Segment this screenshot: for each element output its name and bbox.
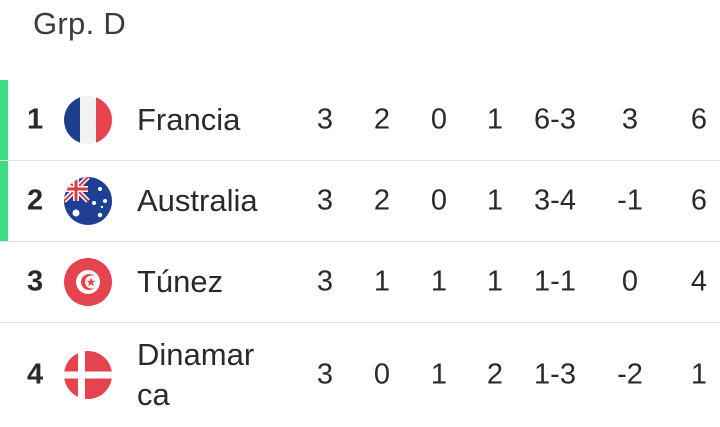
qualification-indicator [0, 161, 8, 241]
team-name[interactable]: Francia [137, 100, 287, 140]
standings-row-denmark[interactable]: 4 Dinamar ca 3 0 1 2 1-3 -2 1 [0, 323, 720, 427]
stat-played: 3 [316, 265, 334, 298]
stat-lost: 1 [486, 265, 504, 298]
tunisia-flag-icon [64, 258, 112, 306]
stat-lost: 2 [486, 358, 504, 391]
position: 3 [27, 265, 44, 298]
group-title: Grp. D [33, 6, 127, 41]
team-name-line1: Francia [137, 102, 241, 137]
team-name-line1: Dinamar [137, 337, 255, 372]
stat-goals: 1-1 [534, 265, 576, 298]
stat-played: 3 [316, 358, 334, 391]
team-name[interactable]: Dinamar ca [137, 335, 287, 415]
stat-goals: 6-3 [534, 103, 576, 136]
stat-lost: 1 [486, 103, 504, 136]
standings-row-tunisia[interactable]: 3 Túnez 3 1 1 1 1-1 0 4 [0, 242, 720, 323]
position: 1 [27, 103, 44, 136]
stat-goal-difference: -2 [617, 358, 643, 391]
position: 4 [27, 358, 44, 391]
stat-goal-difference: 0 [621, 265, 639, 298]
stat-goals: 1-3 [534, 358, 576, 391]
stat-drawn: 1 [430, 358, 448, 391]
stat-points: 1 [690, 358, 708, 391]
standings-table: 1 Francia 3 2 0 1 6-3 3 6 2 Australia 3 … [0, 80, 720, 427]
stat-won: 2 [373, 103, 391, 136]
stat-won: 1 [373, 265, 391, 298]
stat-drawn: 1 [430, 265, 448, 298]
stat-goal-difference: 3 [621, 103, 639, 136]
denmark-flag-icon [64, 351, 112, 399]
stat-points: 6 [690, 184, 708, 217]
stat-lost: 1 [486, 184, 504, 217]
australia-flag-icon [64, 177, 112, 225]
qualification-indicator [0, 80, 8, 160]
stat-won: 0 [373, 358, 391, 391]
stat-goal-difference: -1 [617, 184, 643, 217]
standings-row-australia[interactable]: 2 Australia 3 2 0 1 3-4 -1 6 [0, 161, 720, 242]
team-name[interactable]: Túnez [137, 262, 287, 302]
stat-points: 4 [690, 265, 708, 298]
stat-drawn: 0 [430, 103, 448, 136]
team-name-line1: Australia [137, 183, 258, 218]
standings-row-france[interactable]: 1 Francia 3 2 0 1 6-3 3 6 [0, 80, 720, 161]
stat-drawn: 0 [430, 184, 448, 217]
stat-won: 2 [373, 184, 391, 217]
stat-played: 3 [316, 103, 334, 136]
stat-goals: 3-4 [534, 184, 576, 217]
france-flag-icon [64, 96, 112, 144]
position: 2 [27, 184, 44, 217]
team-name-line1: Túnez [137, 264, 224, 299]
team-name-line2: ca [137, 377, 170, 412]
stat-played: 3 [316, 184, 334, 217]
team-name[interactable]: Australia [137, 181, 287, 221]
stat-points: 6 [690, 103, 708, 136]
